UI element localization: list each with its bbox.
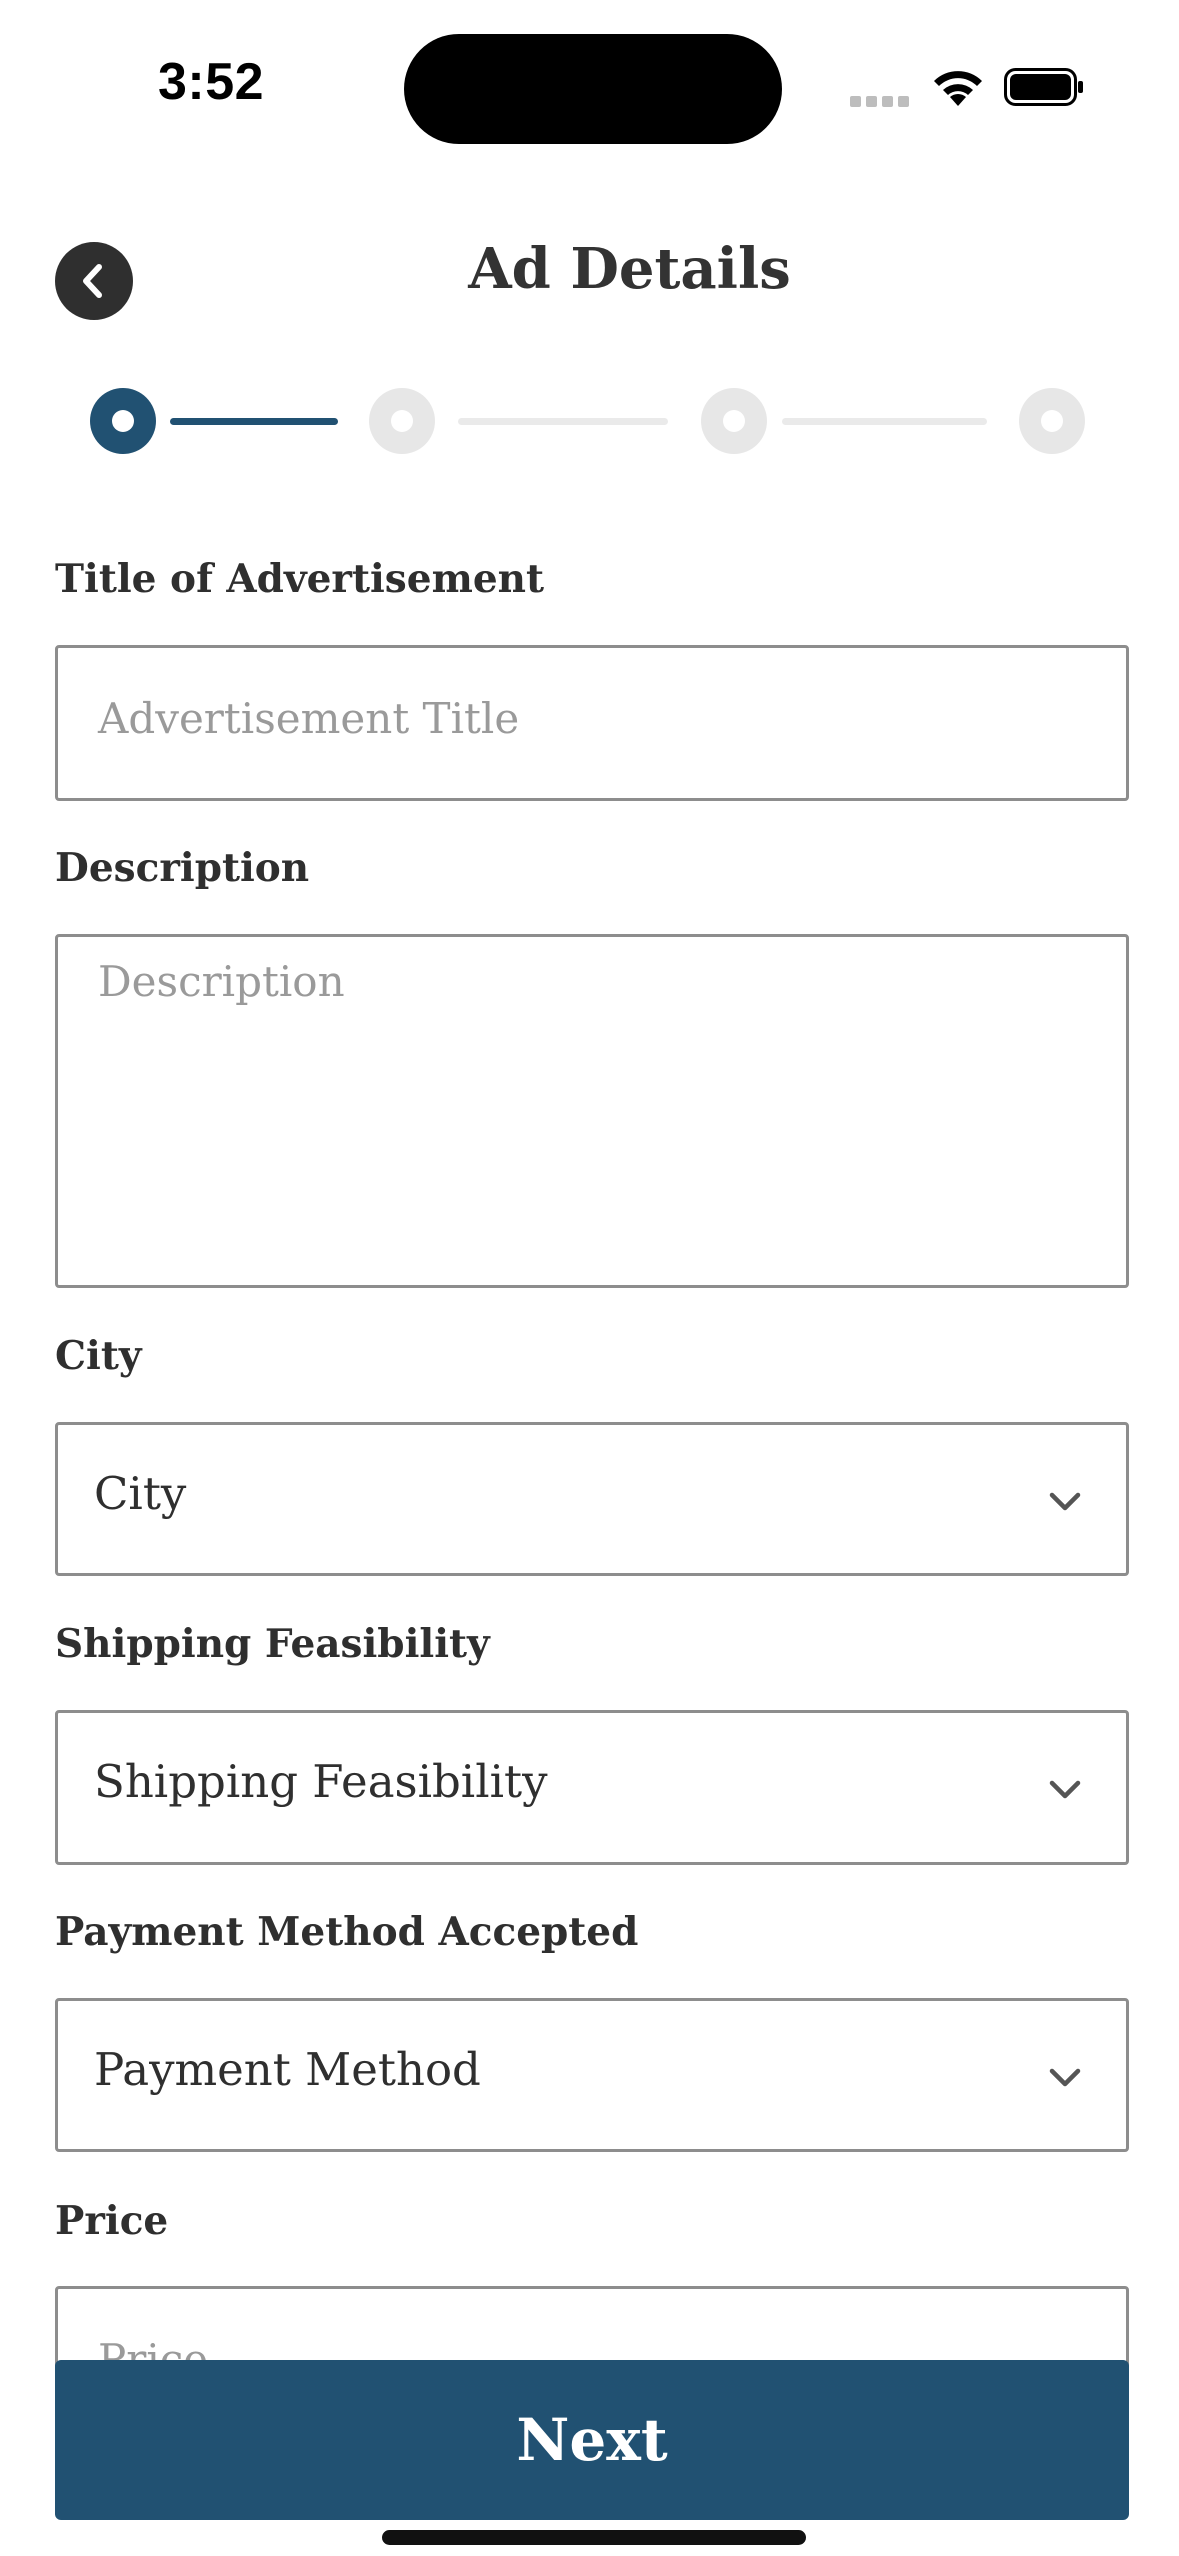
step-1-indicator <box>90 388 156 454</box>
chevron-down-icon <box>1049 2068 1081 2087</box>
next-button[interactable]: Next <box>55 2360 1129 2520</box>
status-time: 3:52 <box>158 53 265 111</box>
step-2-indicator <box>369 388 435 454</box>
city-select-value: City <box>94 1467 187 1520</box>
shipping-select-value: Shipping Feasibility <box>94 1755 548 1808</box>
wifi-icon <box>934 71 982 106</box>
title-input[interactable]: Advertisement Title <box>55 645 1129 801</box>
title-placeholder: Advertisement Title <box>98 694 520 743</box>
step-connector-2 <box>458 418 668 425</box>
payment-select-value: Payment Method <box>94 2043 481 2096</box>
city-select[interactable]: City <box>55 1422 1129 1576</box>
description-label: Description <box>55 845 310 891</box>
home-indicator <box>382 2530 806 2545</box>
step-connector-3 <box>782 418 987 425</box>
title-label: Title of Advertisement <box>55 556 545 602</box>
payment-select[interactable]: Payment Method <box>55 1998 1129 2152</box>
step-3-indicator <box>701 388 767 454</box>
cellular-signal-icon <box>850 96 910 108</box>
city-label: City <box>55 1333 142 1379</box>
dynamic-island <box>404 34 782 144</box>
step-4-indicator <box>1019 388 1085 454</box>
description-textarea[interactable]: Description <box>55 934 1129 1288</box>
shipping-select[interactable]: Shipping Feasibility <box>55 1710 1129 1865</box>
price-label: Price <box>55 2198 169 2244</box>
step-connector-1 <box>170 418 338 425</box>
shipping-label: Shipping Feasibility <box>55 1621 490 1667</box>
chevron-down-icon <box>1049 1492 1081 1511</box>
page-title: Ad Details <box>468 236 791 302</box>
battery-icon <box>1004 68 1083 106</box>
description-placeholder: Description <box>98 957 345 1006</box>
chevron-down-icon <box>1049 1780 1081 1799</box>
payment-label: Payment Method Accepted <box>55 1909 639 1955</box>
